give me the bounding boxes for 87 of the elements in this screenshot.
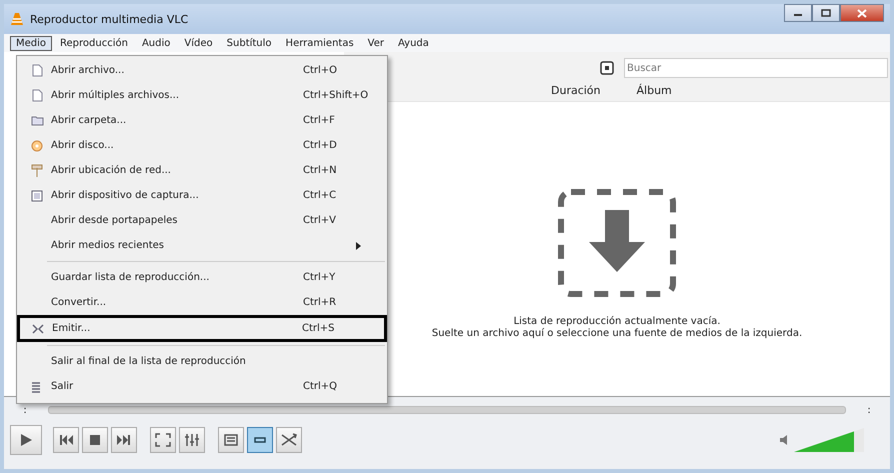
document-icon [31,89,43,102]
next-button[interactable] [111,427,137,453]
document-icon [31,64,43,77]
menu-entry[interactable]: Abrir carpeta... Ctrl+F [17,108,387,133]
menu-item[interactable]: Ayuda [392,36,435,50]
search-field[interactable]: Buscar [624,58,888,78]
shortcut-text: Ctrl+R [303,297,338,308]
menu-entry[interactable]: Salir al final de la lista de reproducción [17,349,387,374]
clear-icon [600,61,614,75]
window-title: Reproductor multimedia VLC [30,12,188,26]
menu-entry[interactable]: Abrir múltiples archivos... Ctrl+Shift+O [17,83,387,108]
shortcut-text: Ctrl+O [303,65,338,76]
quit-icon [31,380,43,392]
shortcut-text: Ctrl+N [303,165,338,176]
column-header[interactable]: Duración [551,84,601,97]
menu-entry[interactable]: Abrir dispositivo de captura... Ctrl+C [17,183,387,208]
folder-icon [30,115,44,126]
fullscreen-button[interactable] [150,427,176,453]
menu-entry-label: Salir [51,381,74,392]
stream-icon [32,324,44,334]
menu-entry-label: Emitir... [52,323,92,334]
close-icon [857,8,867,18]
menu-entry-label: Convertir... [51,297,108,308]
elapsed-time: : [22,404,28,416]
menu-entry-label: Salir al final de la lista de reproducción [51,356,247,367]
list-icon [223,433,239,447]
disc-icon [31,140,43,152]
menu-entry[interactable]: Emitir... Ctrl+S [17,315,387,342]
shortcut-text: Ctrl+C [303,190,338,201]
menu-entry-label: Abrir disco... [51,140,115,151]
seek-slider[interactable] [48,406,846,414]
menu-entry[interactable]: Abrir medios recientes [17,233,387,258]
playlist-button[interactable] [218,427,244,453]
menu-item[interactable]: Audio [136,36,176,50]
minimize-button[interactable] [784,4,812,22]
shortcut-text: Ctrl+Shift+O [303,90,370,101]
drop-target-icon [557,188,677,298]
next-icon [116,433,132,447]
extended-button[interactable] [179,427,205,453]
shortcut-text: Ctrl+F [303,115,336,126]
prev-button[interactable] [53,427,79,453]
empty-playlist-text: Lista de reproducción actualmente vacía. [514,316,720,328]
cone-icon [10,12,24,26]
menu-entry-label: Abrir ubicación de red... [51,165,172,176]
close-button[interactable] [840,4,884,22]
column-header[interactable]: Álbum [636,84,672,97]
menu-entry-label: Guardar lista de reproducción... [51,272,210,283]
menu-entry[interactable]: Abrir archivo... Ctrl+O [17,58,387,83]
empty-playlist-text: Suelte un archivo aquí o seleccione una fuente de medios de la izquierda. [432,328,802,340]
menu-item[interactable]: Medio [10,36,52,50]
play-icon [18,433,34,447]
shortcut-text: Ctrl+D [303,140,338,151]
loop-button[interactable] [247,427,273,453]
submenu-arrow-icon [356,242,361,250]
menu-entry-label: Abrir dispositivo de captura... [51,190,200,201]
play-button[interactable] [10,425,42,455]
total-time: : [866,404,872,416]
shuffle-icon [281,433,297,447]
menu-entry[interactable]: Abrir desde portapapeles Ctrl+V [17,208,387,233]
shortcut-text: Ctrl+V [303,215,338,226]
menu-entry[interactable]: Guardar lista de reproducción... Ctrl+Y [17,265,387,290]
menu-entry[interactable]: Abrir ubicación de red... Ctrl+N [17,158,387,183]
menu-entry[interactable]: Abrir disco... Ctrl+D [17,133,387,158]
menu-entry[interactable]: Convertir... Ctrl+R [17,290,387,315]
menu-item[interactable]: Ver [362,36,390,50]
shortcut-text: Ctrl+Q [303,381,338,392]
capture-device-icon [31,190,43,202]
previous-icon [58,433,74,447]
menu-entry[interactable]: Salir Ctrl+Q [17,374,387,399]
menu-entry-label: Abrir medios recientes [51,240,165,251]
menu-item[interactable]: Reproducción [54,36,134,50]
menu-entry-label: Abrir archivo... [51,65,126,76]
shortcut-text: Ctrl+Y [303,272,336,283]
menu-item[interactable]: Herramientas [280,36,360,50]
stop-button[interactable] [82,427,108,453]
shuffle-button[interactable] [276,427,302,453]
sliders-icon [184,433,200,447]
stop-icon [87,433,103,447]
menu-entry-label: Abrir múltiples archivos... [51,90,180,101]
menu-item[interactable]: Subtítulo [220,36,278,50]
maximize-icon [821,9,831,17]
maximize-button[interactable] [812,4,840,22]
menu-item[interactable]: Vídeo [178,36,219,50]
menu-entry-label: Abrir carpeta... [51,115,128,126]
fullscreen-icon [155,433,171,447]
shortcut-text: Ctrl+S [302,323,336,334]
menu-entry-label: Abrir desde portapapeles [51,215,178,226]
